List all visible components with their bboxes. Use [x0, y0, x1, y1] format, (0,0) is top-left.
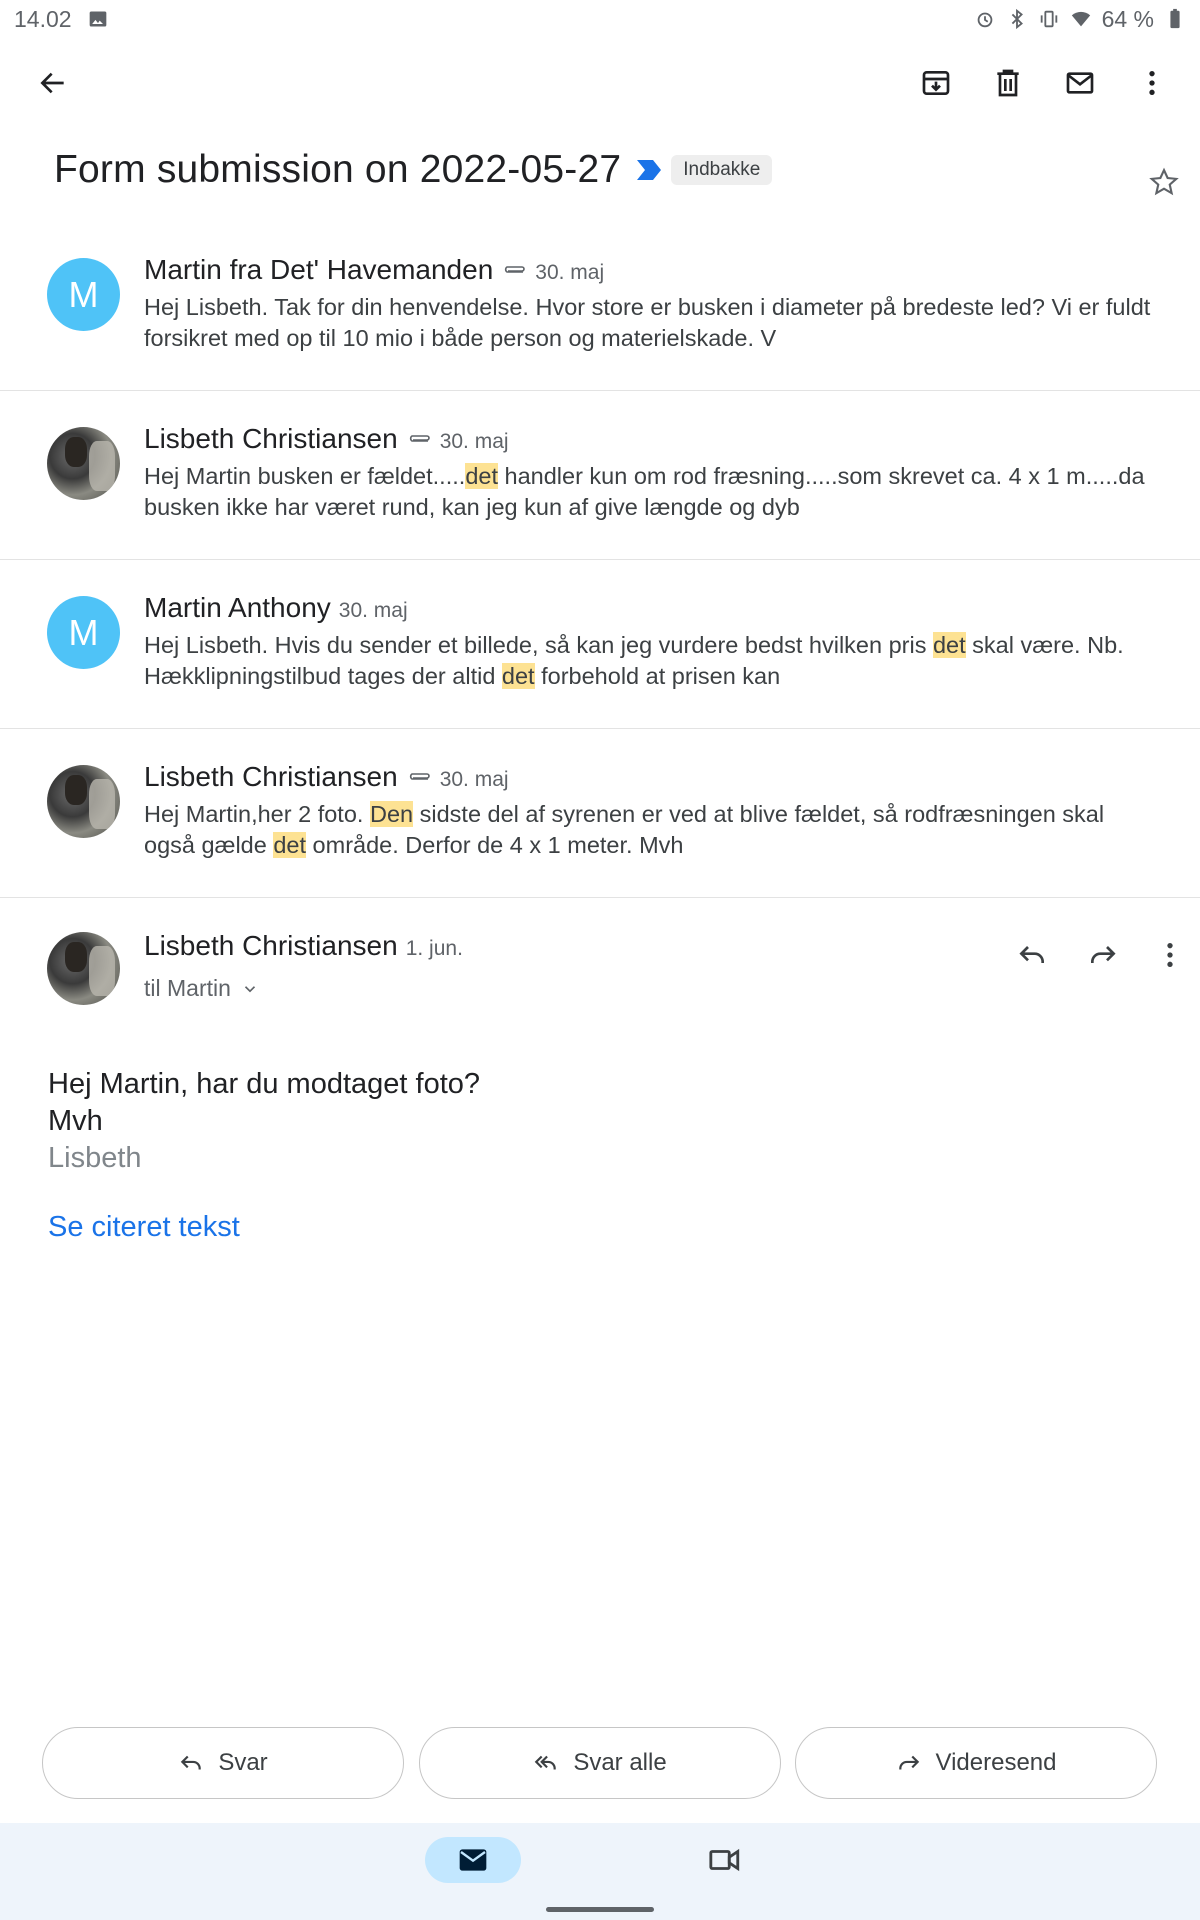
vibrate-icon [1040, 10, 1057, 28]
toolbar [0, 50, 1200, 116]
reply-button[interactable]: Svar [42, 1727, 404, 1799]
mail-icon [1066, 72, 1094, 94]
forward-icon [1091, 946, 1116, 963]
star-icon [1149, 167, 1179, 196]
alarm-icon [977, 12, 992, 28]
body-signature: Lisbeth [48, 1142, 142, 1174]
status-time: 14.02 [14, 5, 72, 32]
search-highlight: det [465, 463, 498, 489]
collapsed-message[interactable]: M Martin Anthony 30. maj Hej Lisbeth. Hv… [0, 560, 1200, 729]
star-button[interactable] [1140, 158, 1188, 206]
trash-icon [997, 69, 1019, 97]
attachment-icon [505, 266, 526, 273]
message-more-button[interactable] [1140, 925, 1200, 985]
message-date: 30. maj [535, 261, 605, 284]
search-highlight: Den [369, 801, 414, 827]
nav-meet-tab[interactable] [702, 1837, 748, 1883]
back-arrow-icon [40, 72, 64, 94]
sender-name: Martin Anthony [144, 592, 331, 623]
reply-icon-button[interactable] [1002, 925, 1062, 985]
collapsed-message[interactable]: Lisbeth Christiansen 30. maj Hej Martin … [0, 391, 1200, 560]
importance-marker-icon[interactable] [635, 158, 663, 182]
search-highlight: det [273, 832, 307, 858]
recipients-toggle[interactable]: til Martin [144, 975, 259, 1002]
archive-icon [922, 71, 950, 95]
inbox-label-chip[interactable]: Indbakke [671, 155, 773, 185]
search-highlight: det [501, 663, 535, 689]
recipients-text: til Martin [144, 975, 231, 1001]
message-date: 30. maj [439, 768, 509, 791]
message-snippet: Hej Martin busken er fældet.....det hand… [144, 463, 1145, 520]
message-snippet: Hej Lisbeth. Hvis du sender et billede, … [144, 632, 1124, 689]
reply-icon [181, 1755, 202, 1770]
search-highlight: det [932, 632, 966, 658]
mail-icon [459, 1849, 487, 1871]
forward-button[interactable]: Videresend [795, 1727, 1157, 1799]
more-vert-icon [1167, 943, 1173, 967]
status-bar: 14.02 64 % [0, 0, 1200, 38]
message-date: 30. maj [439, 430, 509, 453]
avatar[interactable] [47, 932, 120, 1005]
image-notification-icon [89, 11, 106, 27]
message-snippet: Hej Lisbeth. Tak for din henvendelse. Hv… [144, 294, 1151, 351]
reply-all-label: Svar alle [573, 1749, 667, 1776]
reply-all-button[interactable]: Svar alle [419, 1727, 781, 1799]
reply-icon [1019, 946, 1044, 963]
avatar[interactable] [47, 765, 120, 838]
wifi-icon [1071, 11, 1090, 27]
reply-label: Svar [218, 1749, 268, 1776]
message-snippet: Hej Martin,her 2 foto. Den sidste del af… [144, 801, 1105, 858]
message-date: 30. maj [338, 599, 408, 622]
expanded-header[interactable]: Lisbeth Christiansen 1. jun. [144, 930, 463, 962]
mark-unread-button[interactable] [1047, 50, 1113, 116]
avatar[interactable]: M [47, 596, 120, 669]
sender-name: Martin fra Det' Havemanden [144, 254, 494, 285]
back-button[interactable] [20, 50, 86, 116]
archive-button[interactable] [903, 50, 969, 116]
sender-name: Lisbeth Christiansen [144, 761, 398, 792]
body-line: Mvh [48, 1105, 103, 1137]
sender-name: Lisbeth Christiansen [144, 930, 398, 961]
avatar[interactable]: M [47, 258, 120, 331]
more-options-button[interactable] [1119, 50, 1185, 116]
avatar[interactable] [47, 427, 120, 500]
collapsed-message[interactable]: Lisbeth Christiansen 30. maj Hej Martin,… [0, 729, 1200, 898]
reply-all-icon [535, 1755, 557, 1770]
subject-row: Form submission on 2022-05-27 Indbakke [54, 142, 1154, 198]
bottom-navigation [0, 1823, 1200, 1920]
battery-icon [1170, 8, 1180, 29]
message-date: 1. jun. [405, 937, 463, 960]
more-vert-icon [1149, 71, 1155, 95]
chevron-down-icon [244, 985, 255, 992]
forward-icon [898, 1755, 919, 1770]
bluetooth-icon [1011, 8, 1023, 30]
forward-label: Videresend [935, 1749, 1057, 1776]
sender-name: Lisbeth Christiansen [144, 423, 398, 454]
subject-title: Form submission on 2022-05-27 [54, 148, 622, 191]
body-line: Hej Martin, har du modtaget foto? [48, 1068, 481, 1100]
nav-mail-tab[interactable] [425, 1837, 521, 1883]
attachment-icon [409, 773, 430, 780]
gesture-handle[interactable] [546, 1907, 654, 1912]
battery-percent: 64 % [1101, 5, 1154, 32]
collapsed-message[interactable]: M Martin fra Det' Havemanden 30. maj Hej… [0, 222, 1200, 391]
attachment-icon [409, 435, 430, 442]
show-quoted-text-link[interactable]: Se citeret tekst [48, 1211, 240, 1244]
delete-button[interactable] [975, 50, 1041, 116]
video-camera-icon [709, 1848, 740, 1872]
forward-icon-button[interactable] [1073, 925, 1133, 985]
